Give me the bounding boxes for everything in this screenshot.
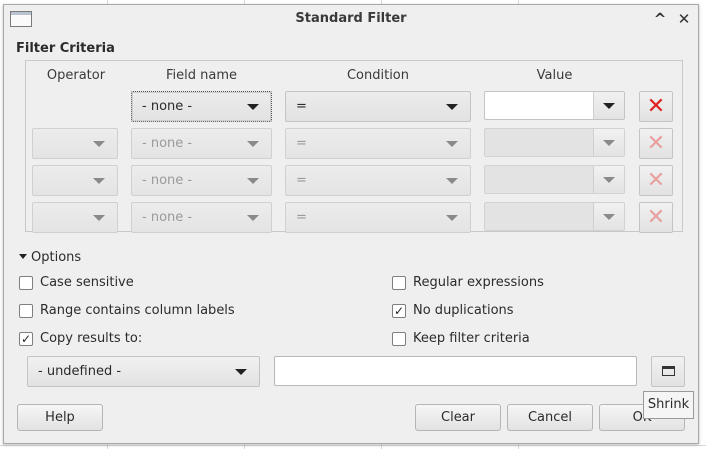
expander-triangle-icon (19, 254, 27, 259)
shrink-button[interactable] (651, 356, 685, 387)
header-condition: Condition (346, 68, 410, 83)
chevron-down-icon (446, 215, 458, 221)
value-combobox-2[interactable] (484, 128, 625, 157)
dialog-title: Standard Filter (295, 11, 407, 26)
chevron-down-icon (235, 369, 247, 375)
chevron-down-icon (603, 177, 615, 183)
help-button[interactable]: Help (17, 404, 103, 431)
condition-select-2[interactable]: = (285, 128, 471, 159)
filter-criteria-label: Filter Criteria (16, 41, 115, 56)
field-name-select-2[interactable]: - none - (131, 128, 272, 159)
shrink-icon (662, 366, 675, 376)
field-name-select-1[interactable]: - none - (131, 91, 272, 122)
chevron-down-icon (446, 141, 458, 147)
grid-line (0, 445, 706, 446)
chevron-down-icon (247, 104, 259, 110)
destination-select-value: - undefined - (38, 364, 122, 379)
condition-select-1[interactable]: = (285, 91, 471, 122)
condition-value: = (296, 99, 307, 114)
chevron-down-icon (247, 141, 259, 147)
operator-select-4[interactable] (32, 202, 118, 233)
checkbox-box[interactable] (19, 304, 33, 318)
cancel-button[interactable]: Cancel (507, 404, 593, 431)
delete-condition-button-4[interactable]: ✕ (639, 202, 673, 233)
chevron-down-icon (93, 141, 105, 147)
delete-condition-button-1[interactable]: ✕ (639, 91, 673, 122)
field-name-value: - none - (142, 136, 193, 151)
chevron-down-icon (603, 103, 615, 109)
collapse-icon[interactable]: ^ (650, 9, 670, 29)
field-name-value: - none - (142, 173, 193, 188)
condition-select-3[interactable]: = (285, 165, 471, 196)
operator-select-2[interactable] (32, 128, 118, 159)
delete-icon: ✕ (646, 131, 666, 156)
field-name-select-3[interactable]: - none - (131, 165, 272, 196)
value-dropdown-button[interactable] (593, 92, 624, 119)
value-combobox-1[interactable] (484, 91, 625, 120)
checkbox-box[interactable] (392, 276, 406, 290)
case-sensitive-label: Case sensitive (40, 275, 134, 290)
field-name-select-4[interactable]: - none - (131, 202, 272, 233)
copy-results-destination-input[interactable] (274, 356, 637, 386)
chevron-down-icon (93, 215, 105, 221)
condition-value: = (296, 136, 307, 151)
delete-icon: ✕ (646, 94, 666, 119)
chevron-down-icon (446, 104, 458, 110)
delete-icon: ✕ (646, 168, 666, 193)
value-combobox-3[interactable] (484, 165, 625, 194)
chevron-down-icon (603, 140, 615, 146)
copy-results-label: Copy results to: (40, 331, 143, 346)
chevron-down-icon (247, 215, 259, 221)
header-field-name: Field name (165, 68, 237, 83)
title-bar: Standard Filter ^ ✕ (4, 5, 698, 33)
range-contains-column-labels-label: Range contains column labels (40, 303, 235, 318)
checkmark-icon[interactable]: ✓ (392, 304, 406, 318)
options-expander[interactable]: Options (19, 250, 81, 265)
keep-filter-criteria-label: Keep filter criteria (413, 331, 530, 346)
no-duplications-label: No duplications (413, 303, 514, 318)
header-operator: Operator (46, 68, 106, 83)
condition-select-4[interactable]: = (285, 202, 471, 233)
header-value: Value (536, 68, 573, 83)
copy-results-destination-select[interactable]: - undefined - (27, 356, 260, 387)
value-dropdown-button[interactable] (593, 166, 624, 193)
delete-icon: ✕ (646, 205, 666, 230)
value-dropdown-button[interactable] (593, 129, 624, 156)
regular-expressions-label: Regular expressions (413, 275, 544, 290)
value-dropdown-button[interactable] (593, 203, 624, 230)
operator-select-3[interactable] (32, 165, 118, 196)
chevron-down-icon (247, 178, 259, 184)
field-name-value: - none - (142, 210, 193, 225)
options-label: Options (31, 250, 82, 265)
chevron-down-icon (446, 178, 458, 184)
condition-value: = (296, 210, 307, 225)
delete-condition-button-3[interactable]: ✕ (639, 165, 673, 196)
shrink-tooltip: Shrink (643, 391, 694, 419)
condition-value: = (296, 173, 307, 188)
close-icon[interactable]: ✕ (674, 9, 694, 29)
delete-condition-button-2[interactable]: ✕ (639, 128, 673, 159)
field-name-value: - none - (142, 99, 193, 114)
clear-button[interactable]: Clear (415, 404, 501, 431)
chevron-down-icon (93, 178, 105, 184)
checkbox-box[interactable] (392, 332, 406, 346)
checkmark-icon[interactable]: ✓ (19, 332, 33, 346)
value-combobox-4[interactable] (484, 202, 625, 231)
checkbox-box[interactable] (19, 276, 33, 290)
chevron-down-icon (603, 214, 615, 220)
